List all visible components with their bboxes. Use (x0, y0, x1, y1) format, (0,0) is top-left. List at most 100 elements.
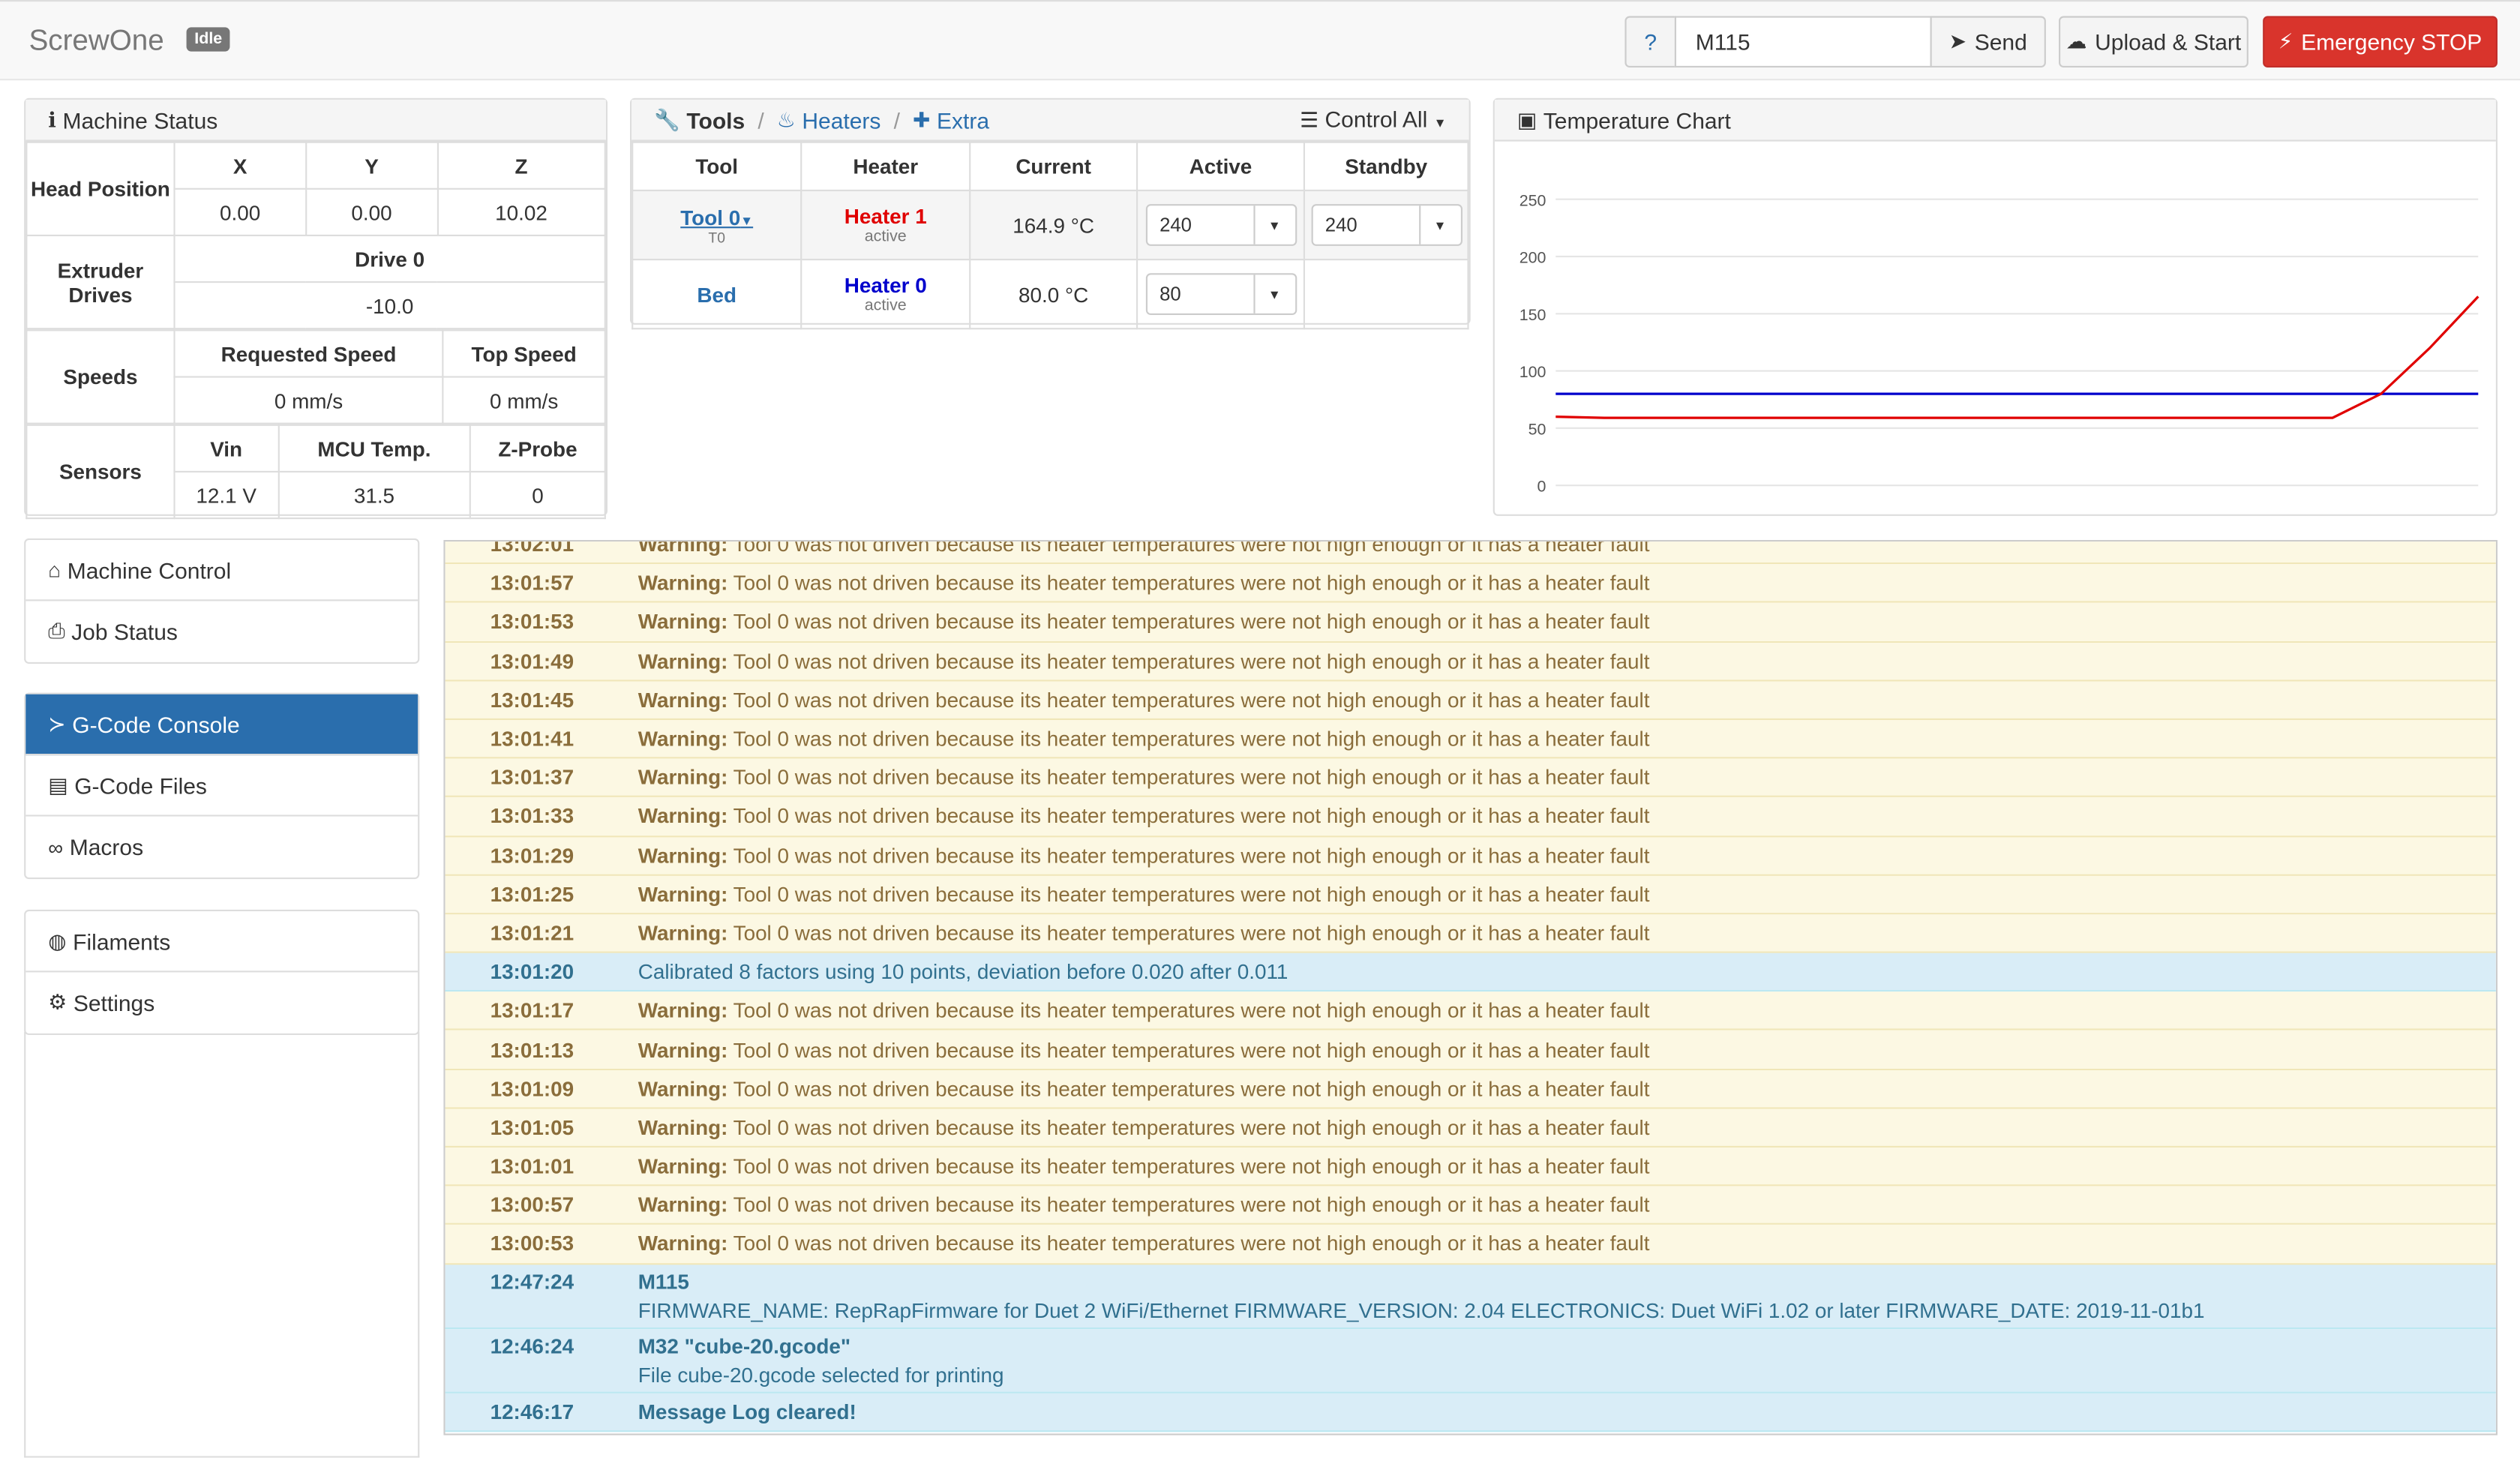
warning-label: Warning: (638, 1192, 728, 1217)
entry-time: 13:01:01 (490, 1154, 574, 1178)
sidebar-item-filaments[interactable]: ◍ Filaments (26, 911, 418, 973)
bed-active-input[interactable]: 80 ▼ (1144, 273, 1297, 315)
y-value: 0.00 (304, 188, 439, 236)
sidebar-item-gcode-files[interactable]: ▤ G-Code Files (26, 755, 418, 817)
tool-0-active-input[interactable]: 240 ▼ (1144, 204, 1297, 246)
console-entry: 13:01:05 Warning: Tool 0 was not driven b… (445, 1108, 2496, 1148)
warning-label: Warning: (638, 571, 728, 596)
console-entry-m115: 12:47:24 M115 FIRMWARE_NAME: RepRapFirmwa… (445, 1264, 2496, 1329)
console-entry-m32: 12:46:24 M32 "cube-20.gcode" File cube-20… (445, 1328, 2496, 1393)
sidebar-item-macros[interactable]: ∞ Macros (26, 817, 418, 878)
warning-text: Tool 0 was not driven because its heater… (733, 998, 1650, 1023)
emergency-stop-button[interactable]: ⚡ Emergency STOP (2263, 16, 2498, 68)
upload-start-button[interactable]: ☁ Upload & Start (2059, 16, 2248, 68)
warning-label: Warning: (638, 726, 728, 751)
control-all-dropdown[interactable]: ☰ Control All ▼ (1300, 106, 1446, 133)
heater-1-cell[interactable]: Heater 1 active (800, 189, 971, 261)
brand[interactable]: ScrewOne (29, 24, 164, 58)
upload-label: Upload & Start (2095, 28, 2242, 55)
flash-icon: ⚡ (2278, 28, 2294, 53)
heater-0-state: active (864, 297, 907, 315)
tool-0-standby-value: 240 (1324, 214, 1358, 236)
tool-0-dropdown[interactable]: Tool 0▼ (680, 205, 753, 229)
console-entry-clear: 12:46:17 Message Log cleared! (445, 1392, 2496, 1432)
z-probe-value: 0 (470, 470, 606, 520)
warning-text: Tool 0 was not driven because its heater… (733, 1037, 1650, 1062)
warning-label: Warning: (638, 610, 728, 634)
series-line-1 (1556, 296, 2480, 419)
console-icon: ≻ (48, 711, 66, 736)
machine-status-title: Machine Status (62, 106, 218, 133)
tab-heaters[interactable]: Heaters (802, 107, 880, 133)
heater-0-cell[interactable]: Heater 0 active (800, 258, 971, 330)
mcu-temp-label: MCU Temp. (277, 424, 472, 472)
y-tick-label: 0 (1538, 478, 1546, 496)
warning-label: Warning: (638, 920, 728, 945)
warning-label: Warning: (638, 765, 728, 790)
sensors-table: Sensors Vin MCU Temp. Z-Probe 12.1 V 31.… (26, 424, 606, 520)
console-entry: 13:01:45 Warning: Tool 0 was not driven b… (445, 681, 2496, 720)
y-tick-label: 100 (1520, 363, 1546, 381)
estop-label: Emergency STOP (2301, 28, 2482, 55)
caret-down-icon[interactable]: ▼ (1252, 274, 1294, 314)
gcode-input[interactable]: M115 (1674, 16, 1932, 68)
bed-label[interactable]: Bed (632, 258, 802, 330)
entry-message: Warning: Tool 0 was not driven because i… (638, 998, 2496, 1022)
warning-text: Tool 0 was not driven because its heater… (733, 1232, 1650, 1256)
y-tick-label: 150 (1520, 306, 1546, 324)
console-entry: 13:01:25 Warning: Tool 0 was not driven b… (445, 875, 2496, 915)
entry-message: Warning: Tool 0 was not driven because i… (638, 804, 2496, 828)
warning-text: Tool 0 was not driven because its heater… (733, 843, 1650, 868)
machine-status-header: ℹ Machine Status (26, 99, 606, 142)
entry-message: Warning: Tool 0 was not driven because i… (638, 765, 2496, 789)
sidebar-label: Filaments (73, 928, 171, 954)
entry-message: Warning: Tool 0 was not driven because i… (638, 921, 2496, 945)
requested-speed-label: Requested Speed (173, 329, 444, 378)
console-entry: 13:01:41 Warning: Tool 0 was not driven b… (445, 719, 2496, 759)
warning-text: Tool 0 was not driven because its heater… (733, 687, 1650, 712)
entry-message: Warning: Tool 0 was not driven because i… (638, 1154, 2496, 1178)
console-entry: 13:02:01 Warning: Tool 0 was not driven b… (445, 540, 2496, 565)
entry-message: Warning: Tool 0 was not driven because i… (638, 882, 2496, 906)
entry-time: 13:01:21 (490, 920, 574, 945)
requested-speed-value: 0 mm/s (173, 376, 444, 424)
speeds-label: Speeds (26, 329, 176, 424)
console-entry: 13:01:29 Warning: Tool 0 was not driven b… (445, 836, 2496, 876)
caret-down-icon[interactable]: ▼ (1418, 206, 1460, 244)
link-icon: ∞ (48, 835, 64, 860)
sidebar-group-3: ◍ Filaments ⚙ Settings (24, 909, 420, 1035)
sidebar-item-gcode-console[interactable]: ≻ G-Code Console (26, 694, 418, 756)
tab-tools[interactable]: Tools (686, 107, 745, 133)
chart-icon: ▣ (1516, 106, 1538, 131)
tool-0-standby-input[interactable]: 240 ▼ (1310, 204, 1462, 246)
send-label: Send (1974, 28, 2027, 55)
head-position-label: Head Position (26, 141, 176, 236)
warning-text: Tool 0 was not driven because its heater… (733, 540, 1650, 556)
warning-text: Tool 0 was not driven because its heater… (733, 881, 1650, 907)
entry-time: 12:46:24 (490, 1333, 574, 1358)
sidebar-item-settings[interactable]: ⚙ Settings (26, 972, 418, 1033)
chart-title: Temperature Chart (1543, 106, 1731, 133)
sidebar-item-job-status[interactable]: ⎙ Job Status (26, 601, 418, 662)
entry-message: Warning: Tool 0 was not driven because i… (638, 727, 2496, 751)
entry-time: 13:01:25 (490, 881, 574, 907)
warning-label: Warning: (638, 843, 728, 868)
tab-extra[interactable]: Extra (937, 107, 989, 133)
warning-text: Tool 0 was not driven because its heater… (733, 1154, 1650, 1178)
gcode-console-log[interactable]: 13:02:01 Warning: Tool 0 was not driven b… (443, 540, 2498, 1436)
help-button[interactable]: ? (1624, 16, 1676, 68)
warning-label: Warning: (638, 1232, 728, 1256)
heater-1-label: Heater 1 (844, 204, 927, 229)
sidebar-item-machine-control[interactable]: ⌂ Machine Control (26, 540, 418, 602)
heater-1-state: active (864, 228, 907, 246)
warning-text: Tool 0 was not driven because its heater… (733, 1076, 1650, 1101)
plus-icon: ✚ (913, 106, 931, 131)
entry-response: File cube-20.gcode selected for printing (638, 1362, 1004, 1387)
entry-message: Warning: Tool 0 was not driven because i… (638, 540, 2496, 556)
send-button[interactable]: ➤ Send (1930, 16, 2046, 68)
entry-time: 13:01:13 (490, 1037, 574, 1062)
caret-down-icon[interactable]: ▼ (1252, 206, 1294, 244)
entry-response: FIRMWARE_NAME: RepRapFirmware for Duet 2… (638, 1298, 2205, 1322)
file-icon: ▤ (48, 772, 68, 796)
tool-0-active-value: 240 (1160, 214, 1192, 236)
